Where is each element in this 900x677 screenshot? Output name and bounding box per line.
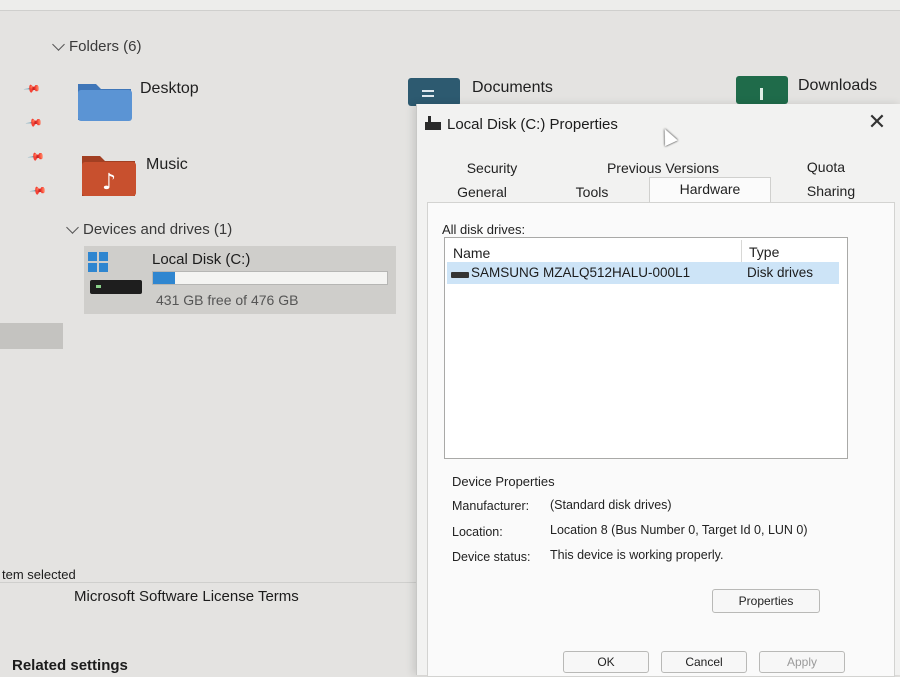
apply-button[interactable]: Apply	[759, 651, 845, 673]
devices-section-header[interactable]: Devices and drives (1)	[66, 221, 233, 238]
status-divider	[0, 582, 416, 583]
table-row[interactable]: SAMSUNG MZALQ512HALU-000L1 Disk drives	[447, 262, 839, 284]
close-icon[interactable]: ✕	[865, 110, 889, 134]
related-settings-heading: Related settings	[12, 657, 128, 674]
disk-drive-icon	[451, 272, 469, 278]
hardware-tab-panel: All disk drives: Name Type SAMSUNG MZALQ…	[427, 202, 895, 677]
dialog-title: Local Disk (C:) Properties	[447, 116, 618, 133]
devices-header-label: Devices and drives (1)	[83, 221, 233, 238]
top-bar	[0, 0, 900, 11]
folder-music-icon: ♪	[82, 156, 136, 196]
drive-icon	[425, 116, 441, 130]
status-bar-text: tem selected	[2, 567, 76, 582]
properties-button[interactable]: Properties	[712, 589, 820, 613]
folder-downloads[interactable]: Downloads	[734, 74, 894, 104]
drive-type-cell: Disk drives	[747, 265, 814, 280]
chevron-down-icon	[52, 38, 65, 51]
folder-desktop[interactable]: Desktop	[76, 72, 276, 126]
manufacturer-label: Manufacturer:	[452, 499, 530, 513]
license-terms-link[interactable]: Microsoft Software License Terms	[74, 588, 299, 605]
drive-model-cell: SAMSUNG MZALQ512HALU-000L1	[471, 265, 691, 280]
tab-hardware[interactable]: Hardware	[649, 177, 771, 204]
properties-dialog: Local Disk (C:) Properties ✕ Security Pr…	[416, 104, 900, 677]
tab-sharing[interactable]: Sharing	[791, 180, 871, 202]
column-divider	[741, 240, 742, 262]
pin-icon[interactable]: 📌	[27, 148, 45, 166]
tab-general[interactable]: General	[437, 181, 527, 203]
column-header-type[interactable]: Type	[749, 244, 779, 260]
location-value: Location 8 (Bus Number 0, Target Id 0, L…	[550, 523, 808, 537]
ok-button[interactable]: OK	[563, 651, 649, 673]
drive-name: Local Disk (C:)	[152, 251, 251, 268]
pin-icon[interactable]: 📌	[29, 182, 47, 200]
tab-security[interactable]: Security	[447, 157, 537, 179]
folder-label: Desktop	[140, 80, 199, 97]
folder-icon	[78, 84, 132, 121]
folder-label: Downloads	[798, 77, 878, 94]
disk-drives-list[interactable]: Name Type SAMSUNG MZALQ512HALU-000L1 Dis…	[444, 237, 848, 459]
drive-usage-fill	[153, 272, 176, 284]
device-properties-header: Device Properties	[452, 474, 555, 489]
all-disk-drives-label: All disk drives:	[442, 222, 526, 237]
pin-icon[interactable]: 📌	[23, 80, 41, 98]
svg-text:♪: ♪	[102, 170, 116, 195]
drive-usage-bar	[152, 271, 388, 285]
folder-music[interactable]: ♪ Music	[80, 150, 280, 200]
tab-quota[interactable]: Quota	[791, 156, 861, 178]
tab-previous-versions[interactable]: Previous Versions	[593, 157, 733, 179]
pin-icon[interactable]: 📌	[25, 114, 43, 132]
device-status-label: Device status:	[452, 550, 531, 564]
drive-free-text: 431 GB free of 476 GB	[156, 292, 299, 308]
folder-downloads-icon	[736, 76, 788, 104]
folder-label: Music	[146, 156, 188, 173]
manufacturer-value: (Standard disk drives)	[550, 498, 672, 512]
folder-label: Documents	[472, 79, 553, 96]
chevron-down-icon	[66, 221, 79, 234]
location-label: Location:	[452, 525, 503, 539]
mouse-cursor	[658, 125, 678, 147]
nav-pane-selection[interactable]	[0, 323, 63, 349]
folders-section-header[interactable]: Folders (6)	[52, 38, 142, 55]
folders-header-label: Folders (6)	[69, 38, 142, 55]
tab-tools[interactable]: Tools	[547, 181, 637, 203]
folder-documents-icon	[408, 78, 460, 106]
column-header-name[interactable]: Name	[453, 245, 490, 261]
device-status-value: This device is working properly.	[550, 548, 724, 562]
folder-documents[interactable]: Documents	[406, 76, 606, 106]
windows-drive-icon	[88, 252, 142, 294]
cancel-button[interactable]: Cancel	[661, 651, 747, 673]
